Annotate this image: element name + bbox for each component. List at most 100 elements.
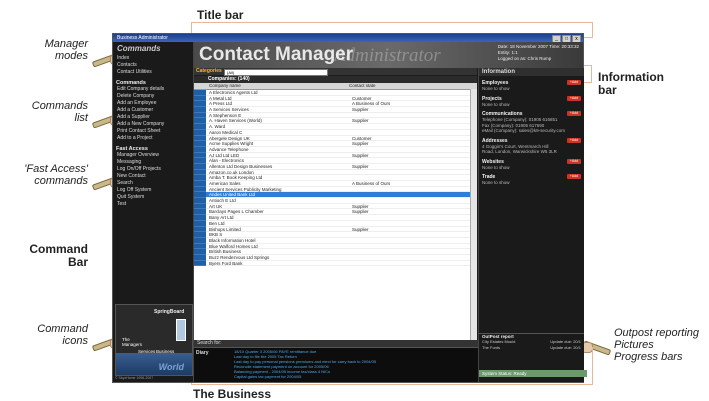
outpost-due: Update due: 20/1 [550, 345, 581, 350]
command-item[interactable]: Add a Supplier [113, 114, 193, 121]
fast-access-item[interactable]: Log Off System [113, 187, 193, 194]
world-label: World [158, 362, 184, 372]
categories-select[interactable]: (All) [224, 69, 328, 76]
mode-item[interactable]: Index [113, 55, 193, 62]
annotation-fast-access-text: 'Fast Access' commands [24, 163, 88, 187]
info-line: None to show [482, 180, 510, 185]
annotation-outpost: Outpost reporting Pictures Progress bars [614, 327, 699, 363]
annotation-command-bar-text: Command Bar [29, 242, 88, 269]
info-line: None to show [482, 86, 510, 91]
fast-access-item[interactable]: Log On/Off Projects [113, 166, 193, 173]
companies-grid: Companies: (140) Company name Contact st… [194, 76, 477, 340]
annotation-command-icons-text: Command icons [37, 323, 88, 347]
info-section: Communications +Add Telephone (Company): 0… [479, 111, 584, 134]
info-section: Projects +Add None to show [479, 95, 584, 108]
command-item[interactable]: Add an Employee [113, 100, 193, 107]
row-selector[interactable] [194, 260, 206, 267]
managers-label: The Managers [122, 337, 143, 347]
add-button[interactable]: +Add [567, 80, 581, 85]
add-button[interactable]: +Add [567, 158, 581, 164]
information-bar: Information Employees +Add None to show Pro… [478, 68, 587, 382]
commands-header: Commands [117, 44, 161, 53]
info-line: None to show [482, 101, 510, 107]
springboard-label: SpringBoard [154, 309, 185, 315]
fast-access-item[interactable]: Manager Overview [113, 152, 193, 159]
outpost-row[interactable]: The Fonts Update due: 20/1 [479, 345, 584, 351]
information-header: Information [479, 68, 584, 76]
annotation-the-business: The Business [193, 387, 272, 401]
mode-item[interactable]: Contacts [113, 62, 193, 69]
commands-list: Edit Company details Delete Company Add … [113, 86, 193, 142]
column-company-name[interactable]: Company name [209, 83, 349, 89]
command-item[interactable]: Delete Company [113, 93, 193, 100]
information-sections: Employees +Add None to show Projects +Add Non… [479, 80, 584, 186]
command-icons[interactable]: SpringBoard The Managers Services Busine… [115, 304, 193, 376]
fast-access-list: Manager Overview Messaging Log On/Off Pr… [113, 152, 193, 208]
fast-access-item[interactable]: New Contact [113, 173, 193, 180]
contact-state-cell [349, 261, 477, 267]
table-row[interactable]: Byers Ford Bank [194, 260, 477, 267]
add-button[interactable]: +Add [567, 137, 581, 143]
manager-modes: Index Contacts Contact Utilities [113, 55, 193, 76]
add-button[interactable]: +Add [567, 111, 581, 116]
companies-count: Companies: (140) [194, 76, 477, 83]
add-button[interactable]: +Add [567, 174, 581, 179]
command-item[interactable]: Add a New Company [113, 121, 193, 128]
info-section: Trade +Add None to show [479, 174, 584, 186]
app-ghost-title: Administrator [334, 45, 441, 66]
grid-scrollbar[interactable] [470, 89, 477, 340]
annotation-outpost-text: Outpost reporting Pictures Progress bars [614, 327, 699, 363]
diary-entry[interactable]: Capital gains tax payment for 2004/05 [234, 374, 376, 379]
logged-on: Logged on as: Chris Rump [497, 56, 552, 61]
command-item[interactable]: Edit Company details [113, 86, 193, 93]
app-banner: Contact Manager Administrator Date: 18 N… [194, 42, 583, 68]
clipboard-icon [176, 319, 186, 341]
session-info: Date: 18 November 2007 Time: 20:33:32 En… [498, 44, 579, 62]
command-item[interactable]: Add a Customer [113, 107, 193, 114]
information-bar-frame [583, 65, 592, 83]
fast-access-item[interactable]: Messaging [113, 159, 193, 166]
grid-corner [194, 83, 209, 89]
grid-rows: A Electronics Agents Ltd A Metal Ltd Custo… [194, 90, 477, 267]
command-bar: Commands Index Contacts Contact Utilitie… [113, 42, 194, 382]
info-line: eMail (Company): sales@k9-security.com [482, 128, 566, 133]
fast-access-item[interactable]: Test [113, 201, 193, 208]
search-bar[interactable]: Search for: [194, 340, 480, 347]
annotation-command-icons: Command icons [18, 323, 88, 347]
annotation-title-bar: Title bar [197, 8, 244, 22]
annotation-command-bar: Command Bar [18, 243, 88, 269]
diary-lines: 18/10 Quarter 3 2005/06 PAYE remittance … [234, 349, 376, 379]
annotation-manager-modes: Manager modes [18, 38, 88, 62]
company-name-cell: Byers Ford Bank [206, 261, 349, 267]
window-title-bar: Business Administrator _ □ x [113, 34, 583, 43]
diary-label: Diary [196, 350, 209, 356]
categories-label: Categories [196, 68, 222, 74]
annotation-information-bar-text: Information bar [598, 70, 664, 97]
add-button[interactable]: +Add [567, 95, 581, 101]
annotation-commands-list-text: Commands list [31, 100, 88, 124]
info-section: Websites +Add None to show [479, 158, 584, 171]
fast-access-item[interactable]: Search [113, 180, 193, 187]
column-contact-state[interactable]: Contact state [349, 83, 376, 89]
annotation-fast-access: 'Fast Access' commands [10, 163, 88, 187]
window-title: Business Administrator [117, 35, 168, 41]
app-window: Business Administrator _ □ x Commands In… [112, 33, 587, 383]
annotation-commands-list: Commands list [18, 100, 88, 124]
grid-column-headers: Company name Contact state [194, 83, 477, 90]
categories-bar: Categories (All) [194, 68, 477, 76]
fast-access-item[interactable]: Quit System [113, 194, 193, 201]
info-line: Road, London, Warwickshire W5 3LR [482, 149, 557, 154]
info-section: Addresses +Add 4 Goggin's Court, Wentmarch… [479, 137, 584, 155]
copyright: © SkyzHome 1996-2007 [115, 376, 154, 380]
command-item[interactable]: Add to a Project [113, 135, 193, 142]
outpost-report: OutPost report City Estates Mould Update… [479, 333, 584, 366]
annotation-manager-modes-text: Manager modes [44, 38, 88, 62]
system-status: System Status: Ready [479, 370, 587, 377]
app-title: Contact Manager [199, 44, 354, 65]
mode-item[interactable]: Contact Utilities [113, 69, 193, 76]
annotation-information-bar: Information bar [598, 71, 664, 97]
command-item[interactable]: Print Contact Sheet [113, 128, 193, 135]
outpost-name: The Fonts [482, 345, 501, 350]
info-section: Employees +Add None to show [479, 80, 584, 92]
info-line: None to show [482, 164, 510, 170]
